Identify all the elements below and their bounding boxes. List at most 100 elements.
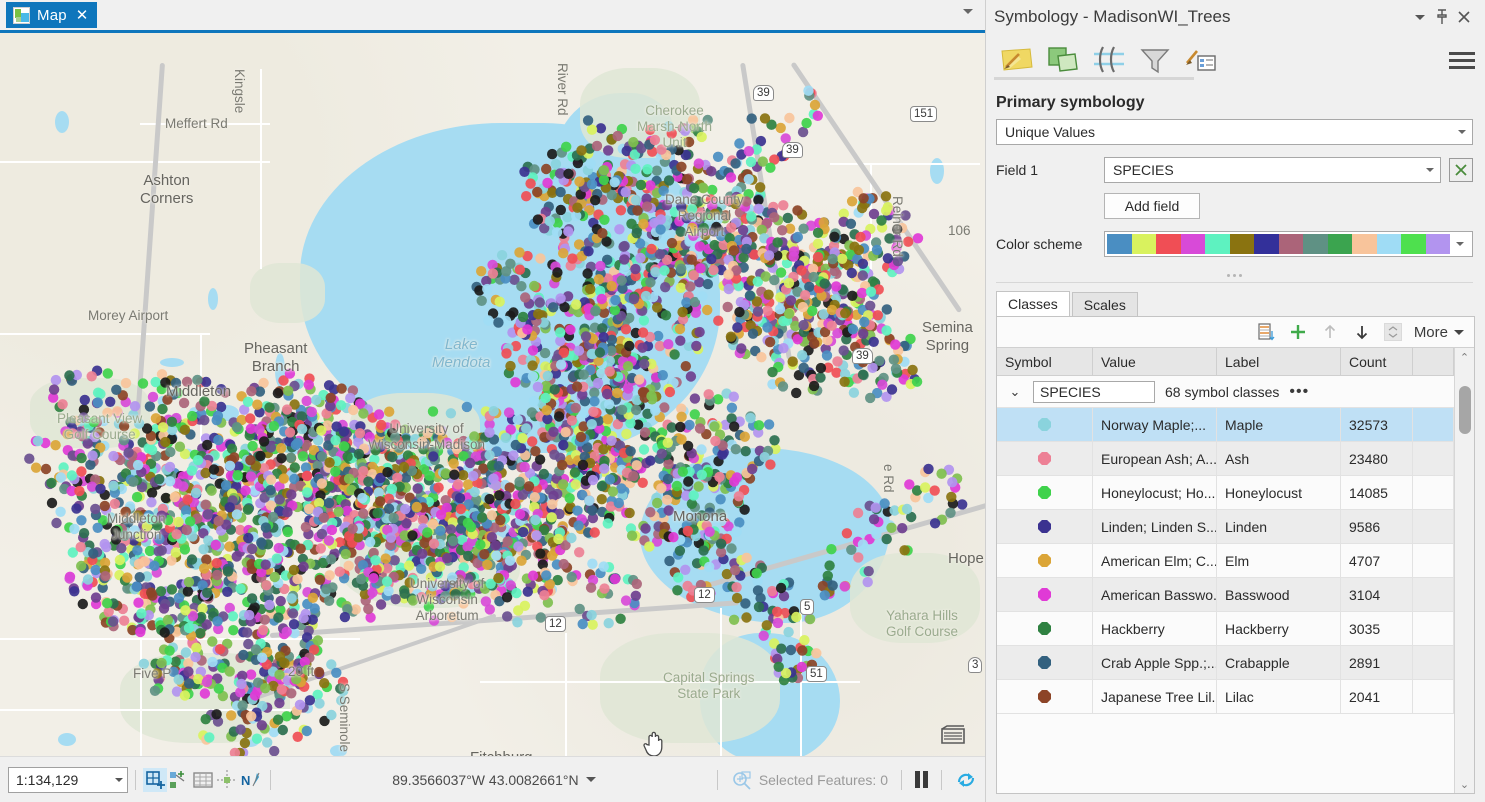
symbol-class-count: 68 symbol classes xyxy=(1165,384,1279,400)
scrollbar-track[interactable] xyxy=(1455,366,1475,775)
chevron-down-icon[interactable] xyxy=(963,9,973,14)
row-symbol[interactable] xyxy=(997,680,1093,713)
row-spacer xyxy=(1413,646,1454,679)
move-down-icon[interactable] xyxy=(1352,322,1372,342)
table-body: Norway Maple;...Maple32573European Ash; … xyxy=(997,408,1454,714)
advanced-symbology-options-tab[interactable] xyxy=(1178,39,1224,81)
display-filters-tab[interactable] xyxy=(1086,39,1132,81)
route-shield: 5 xyxy=(800,599,814,615)
row-label[interactable]: Ash xyxy=(1217,442,1341,475)
row-value[interactable]: American Elm; C... xyxy=(1093,544,1217,577)
row-value[interactable]: European Ash; A... xyxy=(1093,442,1217,475)
row-label[interactable]: Crabapple xyxy=(1217,646,1341,679)
row-count: 32573 xyxy=(1341,408,1413,441)
close-icon[interactable]: ✕ xyxy=(76,8,89,23)
move-more-icon[interactable] xyxy=(1384,323,1402,341)
row-label[interactable]: Basswood xyxy=(1217,578,1341,611)
row-symbol[interactable] xyxy=(997,442,1093,475)
table-row[interactable]: Linden; Linden S...Linden9586 xyxy=(997,510,1454,544)
row-value[interactable]: Norway Maple;... xyxy=(1093,408,1217,441)
row-value[interactable]: Linden; Linden S... xyxy=(1093,510,1217,543)
select-features-icon[interactable] xyxy=(167,768,191,792)
scroll-down-icon[interactable]: ⌄ xyxy=(1460,775,1469,793)
basemap-gallery-icon[interactable] xyxy=(939,724,967,746)
color-scheme-select[interactable] xyxy=(1104,231,1473,257)
expression-builder-icon[interactable] xyxy=(1449,158,1473,182)
symbology-panel-header: Symbology - MadisonWI_Trees xyxy=(986,0,1485,34)
chevron-down-icon[interactable] xyxy=(586,777,596,782)
table-row[interactable]: Honeylocust; Ho...Honeylocust14085 xyxy=(997,476,1454,510)
route-shield: 39 xyxy=(782,142,803,158)
table-row[interactable]: American Basswo...Basswood3104 xyxy=(997,578,1454,612)
row-label[interactable]: Lilac xyxy=(1217,680,1341,713)
row-symbol[interactable] xyxy=(997,544,1093,577)
divider xyxy=(135,770,136,790)
row-value[interactable]: Crab Apple Spp.;... xyxy=(1093,646,1217,679)
column-header-count[interactable]: Count xyxy=(1341,348,1413,375)
row-spacer xyxy=(1413,408,1454,441)
primary-symbology-select[interactable]: Unique Values xyxy=(996,119,1473,145)
classes-vertical-scrollbar[interactable]: ⌃ ⌄ xyxy=(1454,348,1474,793)
scroll-up-icon[interactable]: ⌃ xyxy=(1460,348,1469,366)
column-header-symbol[interactable]: Symbol xyxy=(997,348,1093,375)
row-label[interactable]: Honeylocust xyxy=(1217,476,1341,509)
table-row[interactable]: Crab Apple Spp.;...Crabapple2891 xyxy=(997,646,1454,680)
primary-symbology-tab[interactable] xyxy=(994,39,1040,81)
row-symbol[interactable] xyxy=(997,578,1093,611)
row-symbol[interactable] xyxy=(997,612,1093,645)
explore-tool-icon[interactable] xyxy=(143,768,167,792)
table-row[interactable]: European Ash; A...Ash23480 xyxy=(997,442,1454,476)
more-button[interactable]: More xyxy=(1414,324,1464,341)
group-options-icon[interactable]: ••• xyxy=(1289,383,1309,401)
vary-symbology-by-attribute-tab[interactable] xyxy=(1040,39,1086,81)
row-value[interactable]: Hackberry xyxy=(1093,612,1217,645)
north-arrow-icon[interactable]: N xyxy=(239,768,263,792)
pause-drawing-icon[interactable] xyxy=(915,771,928,788)
column-header-value[interactable]: Value xyxy=(1093,348,1217,375)
table-row[interactable]: Norway Maple;...Maple32573 xyxy=(997,408,1454,442)
row-value[interactable]: Honeylocust; Ho... xyxy=(1093,476,1217,509)
attribute-table-icon[interactable] xyxy=(191,768,215,792)
row-value[interactable]: American Basswo... xyxy=(1093,578,1217,611)
status-right-group: Selected Features: 0 xyxy=(710,770,977,790)
color-swatch xyxy=(1156,234,1181,254)
map-canvas[interactable]: Meffert RdKingsleAshton CornersMorey Air… xyxy=(0,30,985,756)
row-symbol[interactable] xyxy=(997,476,1093,509)
row-label[interactable]: Linden xyxy=(1217,510,1341,543)
panel-menu-caret-icon[interactable] xyxy=(1409,6,1431,28)
table-row[interactable]: Japanese Tree Lil...Lilac2041 xyxy=(997,680,1454,714)
color-swatch xyxy=(1279,234,1304,254)
chevron-down-icon[interactable] xyxy=(115,778,123,782)
row-label[interactable]: Elm xyxy=(1217,544,1341,577)
measure-icon[interactable] xyxy=(215,768,239,792)
add-values-icon[interactable] xyxy=(1288,322,1308,342)
move-up-icon[interactable] xyxy=(1320,322,1340,342)
close-icon[interactable] xyxy=(1453,6,1475,28)
row-symbol[interactable] xyxy=(997,646,1093,679)
field1-select[interactable]: SPECIES xyxy=(1104,157,1441,183)
group-heading-row[interactable]: ⌄ SPECIES 68 symbol classes ••• xyxy=(997,376,1454,408)
tab-map[interactable]: Map ✕ xyxy=(6,2,97,28)
map-scale-combobox[interactable]: 1:134,129 xyxy=(8,767,128,793)
pin-icon[interactable] xyxy=(1431,6,1453,28)
column-header-label[interactable]: Label xyxy=(1217,348,1341,375)
row-label[interactable]: Maple xyxy=(1217,408,1341,441)
tab-scales[interactable]: Scales xyxy=(1072,292,1138,317)
tab-classes[interactable]: Classes xyxy=(996,291,1070,317)
symbol-filter-tab[interactable] xyxy=(1132,39,1178,81)
map-thumbnail-icon xyxy=(13,7,30,24)
panel-resize-grip[interactable] xyxy=(1222,271,1248,279)
row-symbol[interactable] xyxy=(997,408,1093,441)
table-row[interactable]: American Elm; C...Elm4707 xyxy=(997,544,1454,578)
group-field-input[interactable]: SPECIES xyxy=(1033,381,1155,403)
row-symbol[interactable] xyxy=(997,510,1093,543)
refresh-icon[interactable] xyxy=(955,770,977,790)
add-field-button[interactable]: Add field xyxy=(1104,193,1200,219)
sort-values-icon[interactable] xyxy=(1256,322,1276,342)
table-row[interactable]: HackberryHackberry3035 xyxy=(997,612,1454,646)
hamburger-menu-icon[interactable] xyxy=(1449,48,1477,72)
chevron-down-icon[interactable]: ⌄ xyxy=(1007,384,1023,400)
row-label[interactable]: Hackberry xyxy=(1217,612,1341,645)
row-value[interactable]: Japanese Tree Lil... xyxy=(1093,680,1217,713)
coordinate-readout[interactable]: 89.3566037°W 43.0082661°N xyxy=(278,772,710,788)
